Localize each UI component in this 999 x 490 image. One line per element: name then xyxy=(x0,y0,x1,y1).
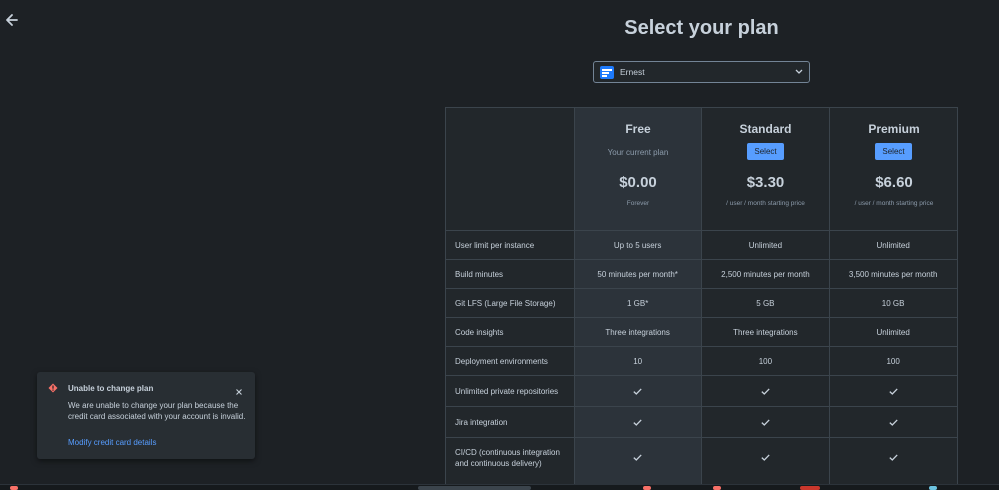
feature-row: Git LFS (Large File Storage) 1 GB* 5 GB 10 … xyxy=(446,288,957,317)
taskbar-icon[interactable] xyxy=(643,486,651,490)
feature-value: 50 minutes per month* xyxy=(597,269,678,279)
feature-value: 100 xyxy=(886,356,900,366)
feature-value: 1 GB* xyxy=(626,298,649,308)
feature-value: 100 xyxy=(758,356,773,366)
feature-check-cell xyxy=(829,387,957,395)
feature-check-cell xyxy=(574,418,702,426)
feature-check-cell xyxy=(702,454,830,461)
error-icon xyxy=(48,383,58,393)
feature-value: 5 GB xyxy=(756,298,775,308)
feature-label: Deployment environments xyxy=(455,356,548,366)
taskbar-icon[interactable] xyxy=(10,486,18,490)
back-button[interactable] xyxy=(4,12,20,28)
feature-label: Jira integration xyxy=(455,417,508,427)
feature-value: Three integrations xyxy=(605,327,670,337)
feature-label: Git LFS (Large File Storage) xyxy=(455,298,556,308)
feature-row: Build minutes 50 minutes per month* 2,500 … xyxy=(446,259,957,288)
checkmark-icon xyxy=(761,387,770,395)
plan-name-standard: Standard xyxy=(739,122,792,136)
plan-name-free: Free xyxy=(625,122,651,136)
price-note-premium: / user / month starting price xyxy=(854,200,934,207)
taskbar-icon[interactable] xyxy=(800,486,820,490)
modify-credit-card-link[interactable]: Modify credit card details xyxy=(68,438,156,447)
workspace-select[interactable]: Ernest xyxy=(593,61,810,83)
feature-row: Unlimited private repositories xyxy=(446,375,957,406)
checkmark-icon xyxy=(633,454,642,461)
feature-value: 2,500 minutes per month xyxy=(721,269,810,279)
feature-value: Three integrations xyxy=(733,327,798,337)
feature-value: 3,500 minutes per month xyxy=(848,269,938,279)
feature-row: CI/CD (continuous integration and contin… xyxy=(446,437,957,477)
price-standard: $3.30 xyxy=(746,174,785,191)
price-free: $0.00 xyxy=(619,174,657,191)
flag-title: Unable to change plan xyxy=(68,384,154,393)
feature-label: Code insights xyxy=(455,327,504,337)
error-flag: Unable to change plan We are unable to c… xyxy=(37,372,255,459)
flag-message: We are unable to change your plan becaus… xyxy=(68,401,246,421)
checkmark-icon xyxy=(761,454,770,461)
close-flag-button[interactable] xyxy=(235,383,243,395)
feature-value: 10 GB xyxy=(881,298,905,308)
feature-value: Unlimited xyxy=(748,240,783,250)
feature-row: User limit per instance Up to 5 users Unli… xyxy=(446,230,957,259)
horizontal-scrollbar[interactable] xyxy=(418,486,531,490)
feature-value: Unlimited xyxy=(876,240,910,250)
feature-check-cell xyxy=(702,418,830,426)
workspace-name: Ernest xyxy=(620,67,645,77)
plan-name-premium: Premium xyxy=(868,122,920,136)
feature-check-cell xyxy=(574,454,702,461)
feature-label: CI/CD (continuous integration and contin… xyxy=(455,447,560,468)
checkmark-icon xyxy=(888,418,898,426)
price-note-free: Forever xyxy=(626,200,650,207)
page-title: Select your plan xyxy=(624,17,779,39)
select-premium-button[interactable]: Select xyxy=(875,143,912,160)
checkmark-icon xyxy=(633,387,642,395)
checkmark-icon xyxy=(888,387,898,395)
feature-value: 10 xyxy=(633,356,643,366)
checkmark-icon xyxy=(761,418,770,426)
checkmark-icon xyxy=(633,418,642,426)
current-plan-label: Your current plan xyxy=(607,148,669,157)
taskbar-icon[interactable] xyxy=(929,486,937,490)
plan-comparison-table: Free Your current plan $0.00 Forever Sta… xyxy=(445,107,958,490)
feature-check-cell xyxy=(574,387,702,395)
feature-row: Code insights Three integrations Three int… xyxy=(446,317,957,346)
feature-row: Jira integration xyxy=(446,406,957,437)
feature-value: Unlimited xyxy=(876,327,910,337)
feature-rows: User limit per instance Up to 5 users Unli… xyxy=(446,230,957,477)
select-standard-button[interactable]: Select xyxy=(747,143,784,160)
feature-label: User limit per instance xyxy=(455,240,535,250)
workspace-avatar-icon xyxy=(600,65,614,79)
checkmark-icon xyxy=(888,454,898,461)
close-icon xyxy=(236,389,242,395)
chevron-down-icon xyxy=(795,69,803,74)
arrow-left-icon xyxy=(6,14,18,26)
feature-label: Unlimited private repositories xyxy=(455,386,559,396)
taskbar xyxy=(0,484,999,490)
feature-row: Deployment environments 10 100 100 xyxy=(446,346,957,375)
price-note-standard: / user / month starting price xyxy=(726,200,805,207)
feature-value: Up to 5 users xyxy=(613,240,662,250)
feature-label: Build minutes xyxy=(455,269,504,279)
feature-check-cell xyxy=(829,418,957,426)
price-premium: $6.60 xyxy=(875,174,913,191)
feature-check-cell xyxy=(829,454,957,461)
taskbar-icon[interactable] xyxy=(713,486,721,490)
feature-check-cell xyxy=(702,387,830,395)
